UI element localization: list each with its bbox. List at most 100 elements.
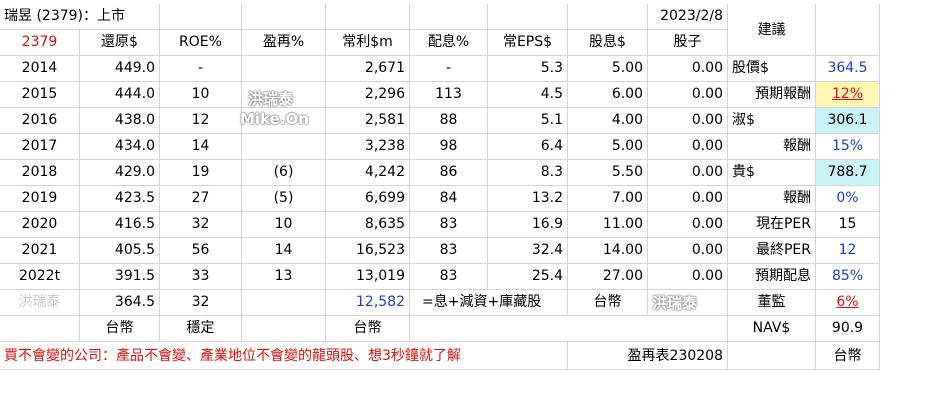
column-header-year: 2379 [0,30,80,56]
cell-adj-price: 405.5 [80,238,160,264]
price-unit: 台幣 [80,316,160,342]
cell-adj-price: 434.0 [80,134,160,160]
panel-value-nav: 90.9 [816,316,880,342]
cell-stock-dividend: 0.00 [648,134,728,160]
cell-profit: 6,699 [326,186,410,212]
cell-stock-dividend: 0.00 [648,264,728,290]
panel-value-expensive-return: 0% [816,186,880,212]
cell-year: 2020 [0,212,80,238]
current-profit: 12,582 [326,290,410,316]
profit-unit: 台幣 [326,316,410,342]
current-row-name: 洪瑞泰 [0,290,80,316]
cell-roe: 56 [160,238,242,264]
panel-value-director-holding: 6% [816,290,880,316]
panel-value-expected-return: 12% [816,82,880,108]
cell-year: 2016 [0,108,80,134]
panel-value-expected-payout: 85% [816,264,880,290]
cell-year: 2022t [0,264,80,290]
cell-payout: 88 [410,108,488,134]
cell-reinvest: (5) [242,186,326,212]
panel-value-cheap-price: 306.1 [816,108,880,134]
cell-stock-dividend: 0.00 [648,108,728,134]
sheet-tag: 盈再表230208 [568,342,728,370]
current-blank [242,290,326,316]
header-blank [326,4,410,30]
panel-value-final-per: 12 [816,238,880,264]
cell-adj-price: 423.5 [80,186,160,212]
cell-payout: 83 [410,212,488,238]
cell-year: 2021 [0,238,80,264]
advice-label: 建議 [728,4,816,56]
cell-profit: 13,019 [326,264,410,290]
header-blank [488,4,568,30]
panel-label-expected-return: 預期報酬 [728,82,816,108]
dividend-formula-note: =息+減資+庫藏股 [410,290,568,316]
current-currency: 台幣 [568,290,648,316]
cell-profit: 3,238 [326,134,410,160]
sheet-date: 2023/2/8 [648,4,728,30]
cell-reinvest [242,82,326,108]
cell-year: 2017 [0,134,80,160]
cell-roe: 32 [160,212,242,238]
cell-stock-dividend: 0.00 [648,238,728,264]
roe-note: 穩定 [160,316,242,342]
panel-value-expensive-price: 788.7 [816,160,880,186]
cell-dividend: 27.00 [568,264,648,290]
column-header-payout: 配息% [410,30,488,56]
cell-adj-price: 416.5 [80,212,160,238]
cell-eps: 32.4 [488,238,568,264]
cell-roe: - [160,56,242,82]
column-header-dividend: 股息$ [568,30,648,56]
cell-year: 2019 [0,186,80,212]
cell-dividend: 6.00 [568,82,648,108]
cell-stock-dividend: 0.00 [648,160,728,186]
cell-stock-dividend: 0.00 [648,186,728,212]
cell-year: 2014 [0,56,80,82]
cell-eps: 25.4 [488,264,568,290]
cell-year: 2015 [0,82,80,108]
header-blank [816,4,880,56]
unit-blank [242,316,326,342]
cell-eps: 5.1 [488,108,568,134]
cell-profit: 4,242 [326,160,410,186]
cell-stock-dividend: 0.00 [648,212,728,238]
panel-label-cheap-return: 報酬 [728,134,816,160]
cell-payout: 113 [410,82,488,108]
cell-roe: 14 [160,134,242,160]
panel-label-expensive-price: 貴$ [728,160,816,186]
cell-eps: 5.3 [488,56,568,82]
cell-adj-price: 449.0 [80,56,160,82]
column-header-reinvest: 盈再% [242,30,326,56]
cell-dividend: 5.50 [568,160,648,186]
column-header-adj-price: 還原$ [80,30,160,56]
cell-payout: 98 [410,134,488,160]
current-roe: 32 [160,290,242,316]
cell-payout: 83 [410,238,488,264]
current-blank [648,290,728,316]
cell-dividend: 7.00 [568,186,648,212]
panel-label-cheap-price: 淑$ [728,108,816,134]
cell-stock-dividend: 0.00 [648,82,728,108]
cell-adj-price: 429.0 [80,160,160,186]
column-header-eps: 常EPS$ [488,30,568,56]
cell-eps: 8.3 [488,160,568,186]
unit-blank [410,316,728,342]
panel-label-nav: NAV$ [728,316,816,342]
cell-roe: 33 [160,264,242,290]
cell-eps: 6.4 [488,134,568,160]
unit-blank [0,316,80,342]
cell-reinvest: 14 [242,238,326,264]
cell-eps: 4.5 [488,82,568,108]
cell-reinvest [242,108,326,134]
sheet-title: 瑞昱 (2379)：上市 [0,4,160,30]
cell-payout: 83 [410,264,488,290]
panel-value-cheap-return: 15% [816,134,880,160]
column-header-stock-dividend: 股子 [648,30,728,56]
cell-eps: 16.9 [488,212,568,238]
cell-roe: 10 [160,82,242,108]
cell-stock-dividend: 0.00 [648,56,728,82]
footer-blank [728,342,816,370]
header-blank [242,4,326,30]
header-blank [160,4,242,30]
cell-roe: 19 [160,160,242,186]
